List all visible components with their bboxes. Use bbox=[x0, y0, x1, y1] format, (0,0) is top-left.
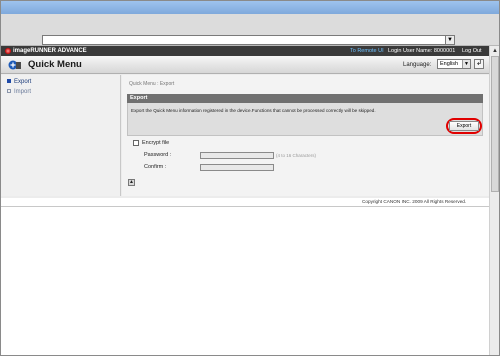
export-description: Export the Quick Menu information regist… bbox=[131, 108, 376, 113]
language-label: Language: bbox=[403, 62, 432, 68]
selected-square-icon bbox=[7, 79, 11, 83]
export-button[interactable]: Export bbox=[449, 121, 479, 131]
export-section-body: Export the Quick Menu information regist… bbox=[127, 103, 483, 136]
sidebar: Export Import bbox=[1, 75, 121, 196]
log-out-link[interactable]: Log Out bbox=[462, 47, 482, 55]
password-hint: (4 to 16 Characters) bbox=[276, 153, 317, 158]
address-input[interactable] bbox=[42, 35, 449, 45]
sidebar-item-export[interactable]: Export bbox=[7, 78, 31, 87]
footer-divider bbox=[1, 206, 489, 207]
sidebar-item-label: Export bbox=[14, 79, 32, 85]
scroll-up-arrow-icon[interactable]: ▲ bbox=[491, 47, 499, 55]
sidebar-item-label: Import bbox=[14, 89, 32, 95]
sidebar-item-import[interactable]: Import bbox=[7, 88, 31, 97]
chevron-down-icon: ▼ bbox=[462, 60, 470, 68]
back-to-top-button[interactable]: ▲ bbox=[128, 179, 135, 186]
browser-title-bar bbox=[1, 1, 499, 14]
browser-address-bar: ▼ bbox=[1, 35, 499, 46]
canon-logo-icon bbox=[5, 48, 11, 54]
page-title-bar: Quick Menu Language: English ▼ ↲ bbox=[1, 56, 489, 74]
encrypt-file-label: Encrypt file bbox=[142, 140, 170, 146]
language-selected-value: English bbox=[440, 61, 459, 67]
main-content: Quick Menu : Export Export Export the Qu… bbox=[122, 75, 489, 196]
browser-window: ▼ imageRUNNER ADVANCE To Remote UI Login… bbox=[0, 0, 500, 356]
confirm-label: Confirm : bbox=[144, 164, 167, 170]
vertical-scrollbar[interactable]: ▲ bbox=[489, 46, 499, 355]
unselected-square-icon bbox=[7, 89, 11, 93]
encrypt-panel: Encrypt file Password : (4 to 16 Charact… bbox=[127, 137, 483, 177]
breadcrumb: Quick Menu : Export bbox=[129, 81, 175, 87]
language-select[interactable]: English ▼ bbox=[437, 59, 471, 69]
page-title: Quick Menu bbox=[28, 59, 82, 70]
browser-toolbar bbox=[1, 14, 499, 35]
address-dropdown-button[interactable]: ▼ bbox=[445, 35, 455, 45]
password-label: Password : bbox=[144, 152, 172, 158]
section-title: Export bbox=[130, 95, 148, 101]
export-section-header: Export bbox=[127, 94, 483, 103]
confirm-password-field[interactable] bbox=[200, 164, 274, 171]
copyright-notice: Copyright CANON INC. 2009 All Rights Res… bbox=[362, 199, 467, 204]
app-header: imageRUNNER ADVANCE To Remote UI Login U… bbox=[1, 46, 489, 56]
product-name: imageRUNNER ADVANCE bbox=[13, 48, 87, 54]
language-apply-button[interactable]: ↲ bbox=[474, 59, 484, 69]
quick-menu-icon bbox=[8, 60, 21, 70]
password-field[interactable] bbox=[200, 152, 274, 159]
scrollbar-thumb[interactable] bbox=[491, 56, 499, 192]
login-user-name: Login User Name: 8000001 bbox=[388, 48, 456, 54]
to-remote-ui-link[interactable]: To Remote UI bbox=[350, 47, 384, 55]
encrypt-file-checkbox[interactable] bbox=[133, 140, 139, 146]
